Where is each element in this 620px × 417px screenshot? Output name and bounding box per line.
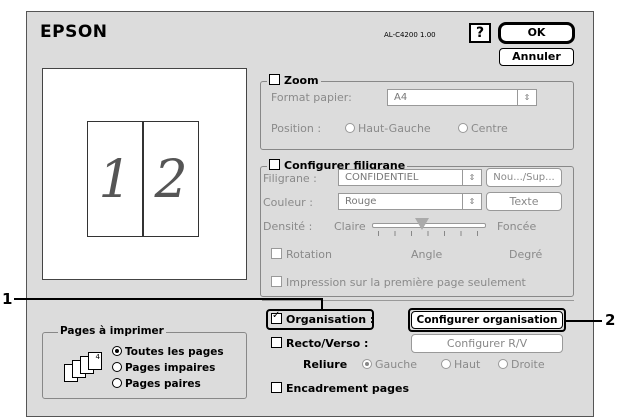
- radio-icon[interactable]: [441, 359, 451, 369]
- preview-page-2: 2: [143, 121, 199, 237]
- frame-pages-checkbox-box[interactable]: [271, 382, 282, 393]
- position-label: Position :: [271, 122, 322, 135]
- couleur-select[interactable]: Rouge ⇕: [338, 193, 482, 210]
- text-button[interactable]: Texte: [486, 192, 562, 211]
- position-option-top-left[interactable]: Haut-Gauche: [345, 122, 431, 135]
- zoom-label: Zoom: [284, 74, 319, 87]
- first-page-only-checkbox-box[interactable]: [271, 276, 282, 287]
- radio-icon[interactable]: [112, 378, 122, 388]
- chevron-updown-icon: ⇕: [462, 170, 481, 185]
- slider-thumb[interactable]: [415, 218, 430, 230]
- pages-option-label: Pages paires: [125, 378, 201, 390]
- binding-option-label: Gauche: [375, 358, 418, 371]
- density-label: Densité :: [263, 220, 313, 233]
- first-page-only-label: Impression sur la première page seulemen…: [286, 276, 526, 289]
- rotation-checkbox[interactable]: Rotation: [271, 248, 332, 261]
- preview-page-1: 1: [87, 121, 143, 237]
- density-slider[interactable]: [372, 216, 486, 242]
- slider-ticks: [378, 231, 478, 236]
- pages-option-even[interactable]: Pages paires: [112, 378, 201, 390]
- rotation-checkbox-box[interactable]: [271, 248, 282, 259]
- organisation-checkbox[interactable]: Organisation :: [271, 310, 375, 326]
- pages-option-odd[interactable]: Pages impaires: [112, 362, 215, 374]
- radio-icon[interactable]: [112, 346, 122, 356]
- pages-to-print-title: Pages à imprimer: [58, 325, 166, 337]
- binding-option-label: Droite: [511, 358, 545, 371]
- density-max-label: Foncée: [497, 220, 537, 233]
- pages-option-label: Pages impaires: [125, 362, 216, 374]
- chevron-updown-icon: ⇕: [517, 90, 536, 105]
- new-delete-watermark-button[interactable]: Nou.../Sup...: [486, 168, 562, 187]
- pages-option-all[interactable]: Toutes les pages: [112, 346, 224, 358]
- duplex-checkbox-box[interactable]: [271, 337, 282, 348]
- position-option-label: Centre: [471, 122, 508, 135]
- frame-pages-label: Encadrement pages: [286, 382, 410, 395]
- filigrane-label: Filigrane :: [263, 172, 317, 185]
- duplex-checkbox[interactable]: Recto/Verso :: [271, 337, 368, 350]
- duplex-label: Recto/Verso :: [286, 337, 369, 350]
- separator: [262, 300, 574, 301]
- ok-button[interactable]: OK: [498, 22, 575, 44]
- help-button[interactable]: ?: [469, 23, 491, 43]
- model-label: AL-C4200 1.00: [384, 31, 436, 39]
- zoom-checkbox-box[interactable]: [269, 74, 280, 85]
- callout-1-line-vertical: [321, 298, 323, 310]
- radio-icon[interactable]: [345, 123, 355, 133]
- couleur-label: Couleur :: [263, 196, 313, 209]
- filigrane-select[interactable]: CONFIDENTIEL ⇕: [338, 169, 482, 186]
- organisation-checkbox-box[interactable]: [271, 310, 282, 324]
- format-select[interactable]: A4 ⇕: [387, 89, 537, 106]
- radio-icon[interactable]: [362, 359, 372, 369]
- radio-icon[interactable]: [498, 359, 508, 369]
- binding-option-left[interactable]: Gauche: [362, 358, 417, 371]
- layout-preview: 1 2: [42, 68, 247, 280]
- angle-label: Angle: [411, 248, 443, 261]
- configure-layout-button[interactable]: Configurer organisation: [411, 311, 563, 329]
- callout-2-line: [566, 320, 602, 322]
- pages-stack-icon: 1 2 3 4: [64, 352, 106, 386]
- format-select-value: A4: [394, 92, 408, 103]
- chevron-updown-icon: ⇕: [462, 194, 481, 209]
- first-page-only-checkbox[interactable]: Impression sur la première page seulemen…: [271, 276, 526, 289]
- filigrane-select-value: CONFIDENTIEL: [345, 172, 419, 183]
- rotation-label: Rotation: [286, 248, 333, 261]
- organisation-label: Organisation :: [286, 313, 375, 326]
- radio-icon[interactable]: [112, 362, 122, 372]
- format-label: Format papier:: [271, 91, 352, 104]
- brand-logo: EPSON: [40, 22, 108, 42]
- density-min-label: Claire: [334, 220, 366, 233]
- frame-pages-checkbox[interactable]: Encadrement pages: [271, 382, 409, 395]
- degree-label: Degré: [509, 248, 543, 261]
- couleur-select-value: Rouge: [345, 196, 377, 207]
- pages-option-label: Toutes les pages: [125, 346, 224, 358]
- configure-duplex-button[interactable]: Configurer R/V: [411, 334, 563, 353]
- callout-1-label: 1: [2, 290, 13, 308]
- callout-1-line: [14, 298, 322, 300]
- cancel-button[interactable]: Annuler: [499, 48, 574, 66]
- watermark-checkbox-box[interactable]: [269, 159, 280, 170]
- callout-2-label: 2: [605, 311, 616, 329]
- radio-icon[interactable]: [458, 123, 468, 133]
- position-option-label: Haut-Gauche: [358, 122, 431, 135]
- binding-label: Reliure: [303, 358, 348, 371]
- binding-option-top[interactable]: Haut: [441, 358, 480, 371]
- position-option-center[interactable]: Centre: [458, 122, 508, 135]
- binding-option-label: Haut: [454, 358, 481, 371]
- binding-option-right[interactable]: Droite: [498, 358, 545, 371]
- zoom-checkbox[interactable]: Zoom: [267, 74, 321, 87]
